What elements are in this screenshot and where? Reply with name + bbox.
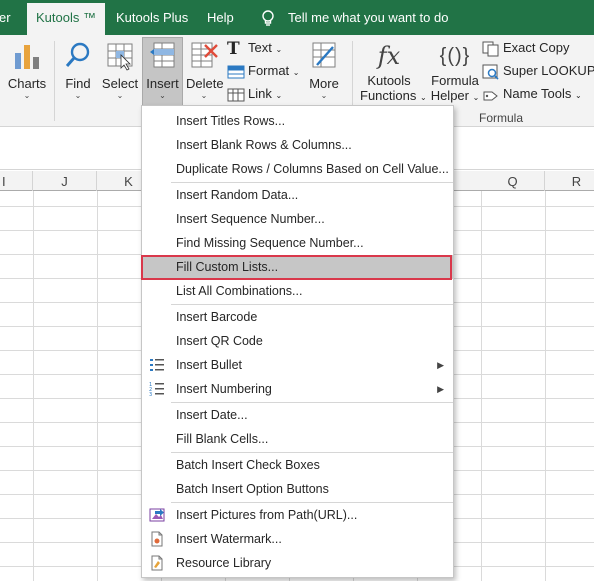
exact-copy-label: Exact Copy: [503, 40, 570, 55]
kutools-functions-label-1: Kutools: [367, 73, 411, 88]
chevron-down-icon: ⌄: [74, 91, 82, 100]
chevron-down-icon: ⌄: [116, 91, 124, 100]
select-button[interactable]: Select ⌄: [100, 39, 140, 101]
insert-button[interactable]: Insert ⌄: [142, 39, 183, 101]
menu-item-insert-bullet-label: Insert Bullet: [176, 358, 243, 372]
lightbulb-icon: [262, 10, 274, 26]
text-label: Text: [248, 40, 272, 55]
magnifier-icon: [65, 42, 90, 67]
ribbon-tab-bar: er Kutools ™ Kutools Plus Help Tell me w…: [0, 0, 594, 35]
bar-chart-icon: [15, 45, 39, 69]
tab-kutools[interactable]: Kutools ™: [27, 3, 105, 35]
menu-item-insert-watermark-label: Insert Watermark...: [176, 532, 282, 546]
menu-item-insert-pictures-label: Insert Pictures from Path(URL)...: [176, 508, 358, 522]
kutools-functions-label-2: Functions ⌄: [360, 88, 427, 103]
charts-button[interactable]: Charts ⌄: [5, 39, 49, 101]
tell-me-search[interactable]: Tell me what you want to do: [288, 0, 448, 35]
format-button[interactable]: Format ⌄: [227, 60, 300, 82]
resource-library-icon: [151, 555, 163, 571]
column-header-j[interactable]: J: [33, 171, 97, 191]
name-tools-button[interactable]: Name Tools ⌄: [482, 83, 582, 105]
menu-item-insert-titles-rows[interactable]: Insert Titles Rows...: [143, 109, 453, 133]
more-tools-icon: [312, 42, 336, 68]
menu-item-batch-insert-check-boxes[interactable]: Batch Insert Check Boxes: [143, 453, 453, 477]
submenu-arrow-icon: ▶: [437, 384, 444, 394]
ribbon-separator: [54, 41, 55, 121]
column-header-r[interactable]: R: [545, 171, 594, 191]
formula-group-label: Formula: [479, 111, 524, 125]
find-button[interactable]: Find ⌄: [60, 39, 96, 101]
column-header-q[interactable]: Q: [481, 171, 545, 191]
chevron-down-icon: ⌄: [200, 91, 208, 100]
menu-item-insert-random-data[interactable]: Insert Random Data...: [143, 183, 453, 207]
name-tag-icon: [483, 91, 498, 101]
tab-partial[interactable]: er: [0, 0, 11, 35]
watermark-icon: [151, 531, 163, 547]
menu-item-insert-watermark[interactable]: Insert Watermark...: [143, 527, 453, 551]
find-label: Find: [65, 76, 91, 91]
menu-item-insert-qr-code[interactable]: Insert QR Code: [143, 329, 453, 353]
delete-rows-icon: [191, 42, 218, 68]
fx-icon: fx: [377, 42, 401, 70]
select-cells-icon: [107, 43, 133, 71]
chevron-down-icon: ⌄: [23, 91, 31, 100]
menu-item-fill-custom-lists[interactable]: Fill Custom Lists...: [143, 255, 453, 279]
formula-helper-button[interactable]: {()} Formula Helper ⌄: [427, 39, 483, 103]
more-label: More: [309, 76, 339, 91]
link-table-icon: [227, 88, 245, 102]
menu-item-duplicate-rows-columns[interactable]: Duplicate Rows / Columns Based on Cell V…: [143, 157, 453, 181]
delete-button[interactable]: Delete ⌄: [186, 39, 224, 101]
name-tools-label: Name Tools: [503, 86, 572, 101]
braces-icon: {()}: [439, 45, 471, 67]
select-label: Select: [101, 76, 139, 91]
picture-path-icon: [149, 508, 165, 522]
svg-text:3: 3: [149, 392, 152, 397]
column-header-i[interactable]: I: [0, 171, 33, 191]
menu-item-find-missing-sequence-number[interactable]: Find Missing Sequence Number...: [143, 231, 453, 255]
numbered-list-icon: 1 2 3: [149, 382, 164, 397]
menu-item-insert-numbering-label: Insert Numbering: [176, 382, 272, 396]
text-button[interactable]: T Text ⌄: [227, 37, 282, 59]
lookup-icon: [482, 64, 499, 80]
menu-item-insert-pictures-from-path[interactable]: Insert Pictures from Path(URL)...: [143, 503, 453, 527]
exact-copy-icon: [482, 41, 499, 57]
insert-rows-icon: [149, 42, 174, 68]
format-label: Format: [248, 63, 290, 78]
menu-item-insert-numbering[interactable]: 1 2 3 Insert Numbering ▶: [143, 377, 453, 401]
menu-item-insert-date[interactable]: Insert Date...: [143, 403, 453, 427]
menu-item-insert-sequence-number[interactable]: Insert Sequence Number...: [143, 207, 453, 231]
menu-item-insert-bullet[interactable]: Insert Bullet ▶: [143, 353, 453, 377]
chevron-down-icon: ⌄: [159, 91, 166, 100]
menu-item-list-all-combinations[interactable]: List All Combinations...: [143, 279, 453, 303]
menu-item-resource-library[interactable]: Resource Library: [143, 551, 453, 575]
super-lookup-label: Super LOOKUP: [503, 63, 594, 78]
formula-helper-label-2: Helper ⌄: [430, 88, 480, 103]
chevron-down-icon: ⌄: [320, 91, 328, 100]
menu-item-insert-barcode[interactable]: Insert Barcode: [143, 305, 453, 329]
submenu-arrow-icon: ▶: [437, 360, 444, 370]
delete-label: Delete: [186, 76, 224, 91]
formula-helper-label-1: Formula: [431, 73, 479, 88]
insert-label: Insert: [146, 76, 179, 91]
tab-help[interactable]: Help: [207, 0, 234, 35]
exact-copy-button[interactable]: Exact Copy: [482, 37, 569, 59]
menu-item-resource-library-label: Resource Library: [176, 556, 272, 570]
super-lookup-button[interactable]: Super LOOKUP ⌄: [482, 60, 594, 82]
bullet-list-icon: [150, 359, 164, 371]
kutools-functions-button[interactable]: fx Kutools Functions ⌄: [360, 39, 427, 103]
more-button[interactable]: More ⌄: [303, 39, 345, 101]
menu-item-batch-insert-option-buttons[interactable]: Batch Insert Option Buttons: [143, 477, 453, 501]
insert-dropdown-menu: Insert Titles Rows... Insert Blank Rows …: [141, 105, 454, 578]
text-icon: T: [227, 38, 240, 59]
tab-kutools-plus[interactable]: Kutools Plus: [116, 0, 188, 35]
link-label: Link: [248, 86, 272, 101]
format-table-icon: [227, 65, 245, 79]
menu-item-fill-blank-cells[interactable]: Fill Blank Cells...: [143, 427, 453, 451]
menu-item-insert-blank-rows-columns[interactable]: Insert Blank Rows & Columns...: [143, 133, 453, 157]
link-button[interactable]: Link ⌄: [227, 83, 282, 105]
charts-label: Charts: [7, 76, 47, 91]
